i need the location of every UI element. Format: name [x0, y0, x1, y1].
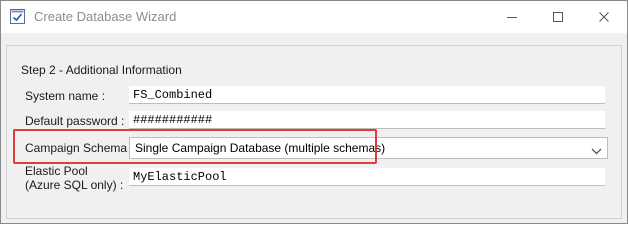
close-button[interactable]: [581, 1, 627, 33]
elastic-pool-label: Elastic Pool (Azure SQL only) :: [25, 164, 123, 192]
system-name-label: System name :: [25, 89, 106, 103]
elastic-pool-label-line1: Elastic Pool: [25, 164, 88, 178]
elastic-pool-input[interactable]: [129, 168, 605, 186]
campaign-schema-selected-value: Single Campaign Database (multiple schem…: [135, 141, 386, 155]
minimize-button[interactable]: [489, 1, 535, 33]
maximize-icon: [553, 12, 563, 22]
minimize-icon: [507, 12, 517, 22]
campaign-schema-label: Campaign Schema :: [25, 141, 134, 155]
system-name-input[interactable]: [129, 86, 605, 104]
default-password-label: Default password :: [25, 114, 125, 128]
step-title: Step 2 - Additional Information: [21, 63, 182, 77]
close-icon: [599, 12, 609, 22]
elastic-pool-label-line2: (Azure SQL only) :: [25, 178, 124, 192]
window-title: Create Database Wizard: [34, 9, 177, 24]
maximize-button[interactable]: [535, 1, 581, 33]
create-database-wizard-window: Create Database Wizard Step 2 - Addition…: [0, 0, 628, 224]
title-bar[interactable]: Create Database Wizard: [1, 1, 627, 33]
default-password-input[interactable]: [129, 111, 605, 129]
wizard-checkmark-icon: [10, 9, 25, 24]
chevron-down-icon[interactable]: [591, 143, 602, 155]
campaign-schema-select[interactable]: Single Campaign Database (multiple schem…: [129, 137, 608, 159]
